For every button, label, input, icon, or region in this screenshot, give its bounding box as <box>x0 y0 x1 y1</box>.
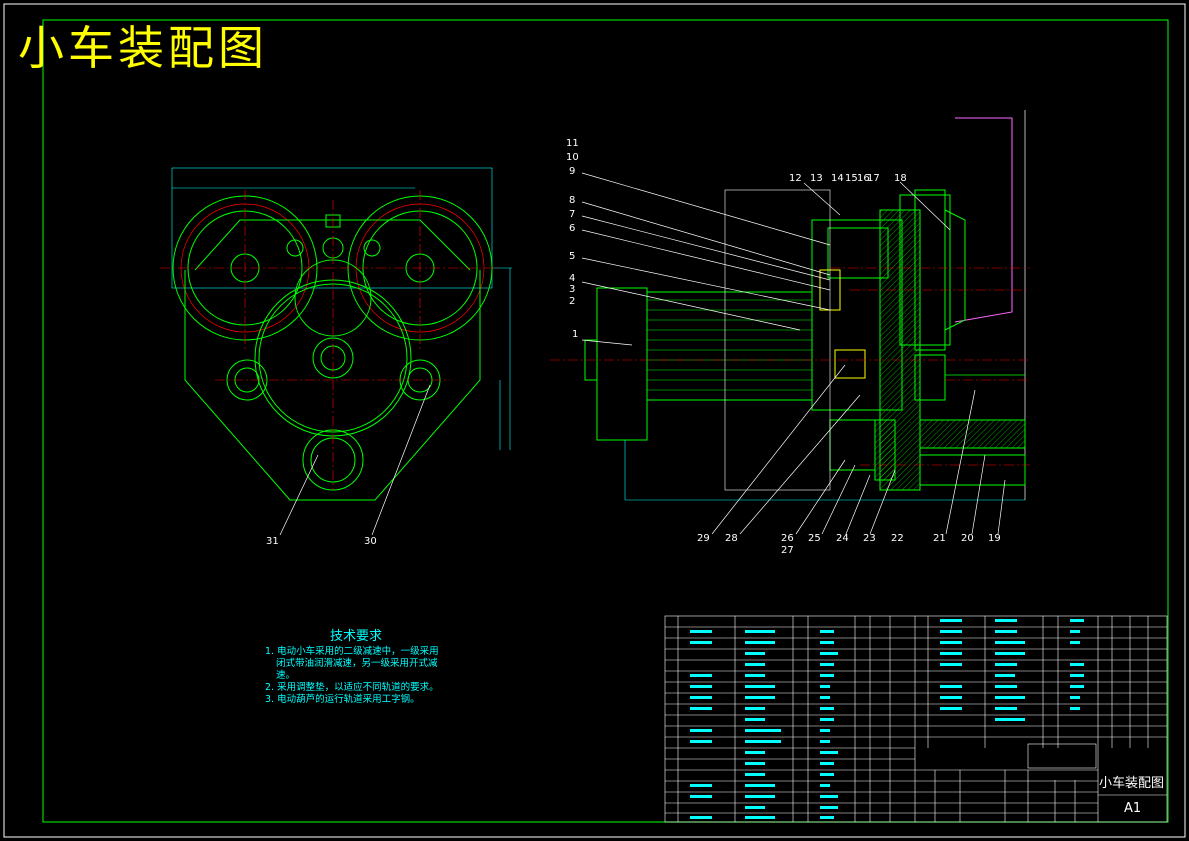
part-labels-right-top: 11 10 9 8 7 6 5 4 3 2 1 <box>566 138 579 340</box>
part-label-2: 2 <box>569 296 575 307</box>
part-label-7: 7 <box>569 209 575 220</box>
part-label-14: 14 <box>831 173 844 184</box>
part-label-10: 10 <box>566 152 579 163</box>
part-label-28: 28 <box>725 533 738 544</box>
part-labels-right-header: 12 13 14 15 16 17 18 <box>789 173 907 184</box>
part-label-12: 12 <box>789 173 802 184</box>
part-label-24: 24 <box>836 533 849 544</box>
part-label-30: 30 <box>364 536 377 547</box>
part-label-31: 31 <box>266 536 279 547</box>
part-labels-right-bottom: 29 28 26 27 25 24 23 22 21 20 19 <box>697 533 1001 556</box>
assembly-drawing: 31 30 11 10 9 8 7 6 5 4 3 2 1 12 13 14 1… <box>3 3 1186 838</box>
tech-line-5: 3. 电动葫芦的运行轨道采用工字钢。 <box>265 694 420 705</box>
part-label-23: 23 <box>863 533 876 544</box>
part-label-20: 20 <box>961 533 974 544</box>
left-end-view <box>171 167 512 501</box>
part-label-26: 26 <box>781 533 794 544</box>
part-label-1: 1 <box>572 329 578 340</box>
part-label-6: 6 <box>569 223 575 234</box>
part-label-19: 19 <box>988 533 1001 544</box>
part-label-9: 9 <box>569 166 575 177</box>
part-label-21: 21 <box>933 533 946 544</box>
part-label-18: 18 <box>894 173 907 184</box>
title-block-drawing-name: 小车装配图 <box>1099 776 1165 791</box>
part-label-11: 11 <box>566 138 579 149</box>
part-label-25: 25 <box>808 533 821 544</box>
title-block-sheet-size: A1 <box>1124 801 1142 816</box>
part-label-17: 17 <box>867 173 880 184</box>
part-label-3: 3 <box>569 284 575 295</box>
part-label-5: 5 <box>569 251 575 262</box>
bill-of-materials <box>664 615 1168 823</box>
left-centerlines <box>160 190 500 490</box>
part-label-29: 29 <box>697 533 710 544</box>
right-leaders <box>581 172 1006 535</box>
tech-requirements-heading: 技术要求 <box>330 629 383 644</box>
part-label-13: 13 <box>810 173 823 184</box>
tech-line-2: 闭式带油润滑减速，另一级采用开式减 <box>276 658 438 669</box>
drawing-title: 小车装配图 <box>18 21 268 75</box>
part-label-15: 15 <box>845 173 858 184</box>
part-label-4: 4 <box>569 273 575 284</box>
part-label-8: 8 <box>569 195 575 206</box>
part-label-22: 22 <box>891 533 904 544</box>
part-label-27: 27 <box>781 545 794 556</box>
